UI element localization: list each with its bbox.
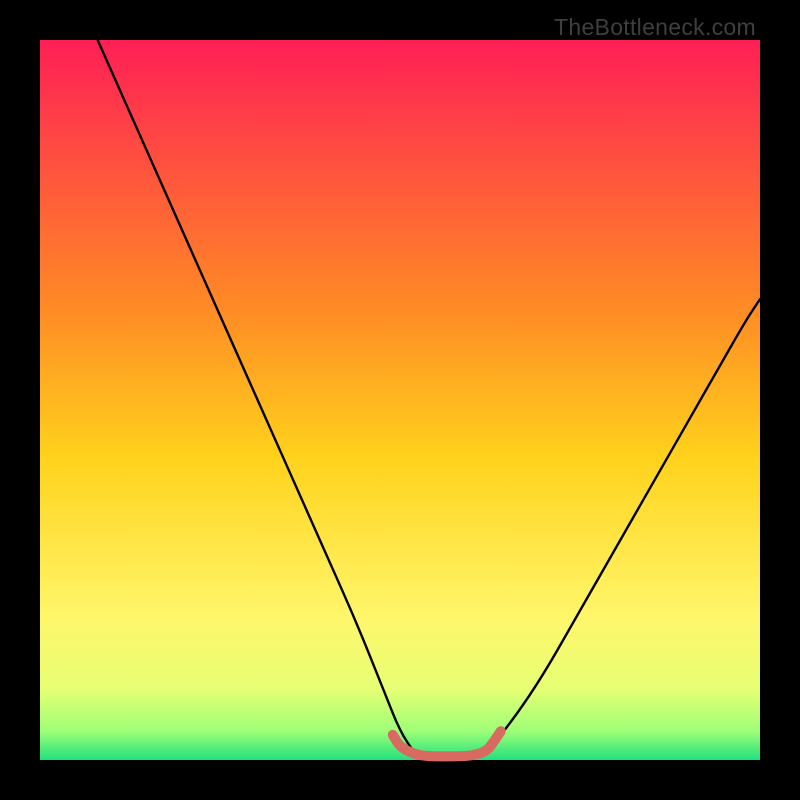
watermark-text: TheBottleneck.com <box>554 14 756 41</box>
left-branch-path <box>98 40 415 753</box>
curve-layer <box>40 40 760 760</box>
right-branch-path <box>486 299 760 753</box>
plot-area <box>40 40 760 760</box>
chart-frame: TheBottleneck.com <box>0 0 800 800</box>
